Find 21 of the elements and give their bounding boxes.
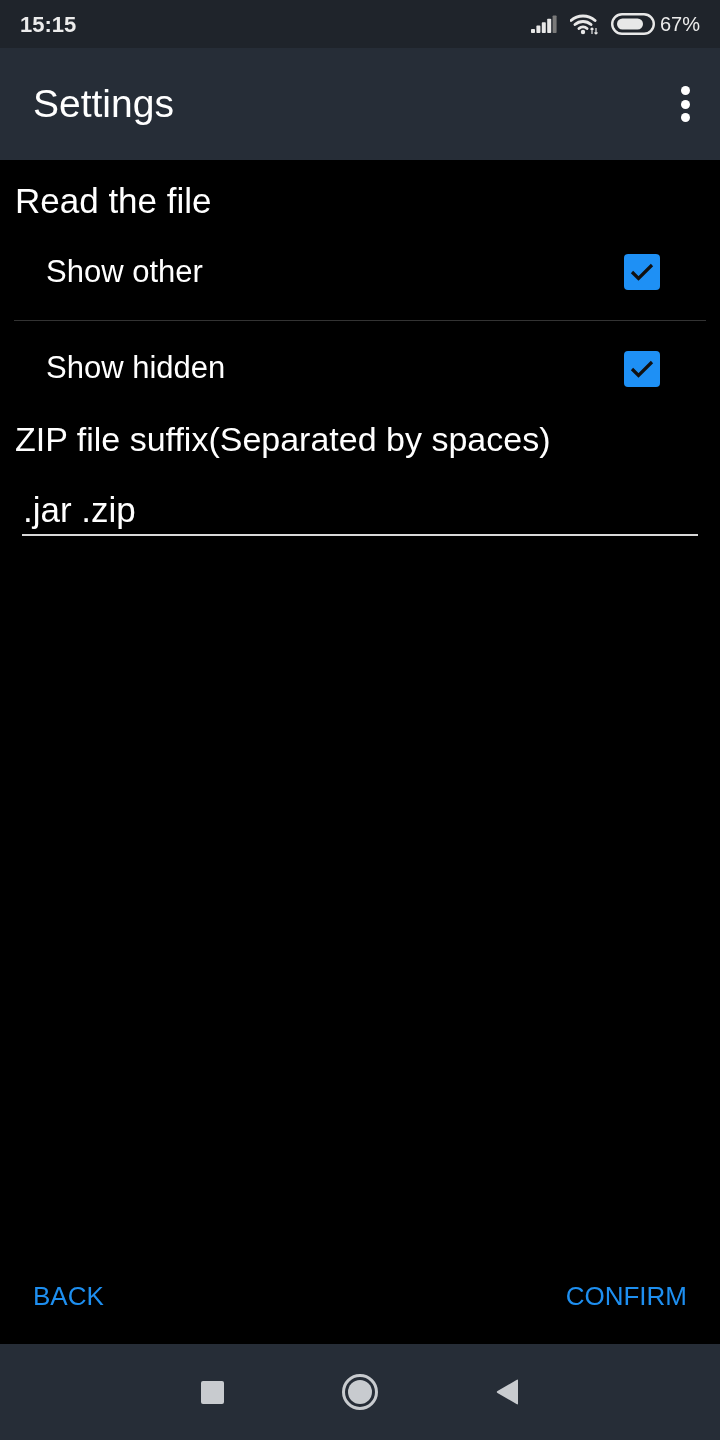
settings-label: Show other [46,252,203,291]
recents-icon[interactable] [200,1380,224,1404]
battery-icon [610,13,655,35]
back-button[interactable]: BACK [25,1268,112,1324]
battery-percent: 67% [659,12,700,37]
back-icon[interactable] [496,1379,520,1405]
input-field[interactable]: .jar .zip [22,486,698,536]
app-bar-title: Settings [33,80,174,127]
checkbox[interactable] [624,350,660,387]
field-label: ZIP file suffix(Separated by spaces) [14,419,552,460]
home-icon[interactable] [342,1374,378,1410]
section-title: Read the file [14,180,213,222]
checkbox[interactable] [624,254,660,290]
more-options-icon[interactable] [680,86,690,122]
signal-icon [530,15,558,33]
confirm-button[interactable]: CONFIRM [557,1268,695,1324]
checkmark-icon [630,263,654,281]
checkmark-icon [630,359,654,378]
wifi-icon [569,13,599,35]
status-time: 15:15 [20,10,77,39]
settings-label: Show hidden [46,349,226,388]
